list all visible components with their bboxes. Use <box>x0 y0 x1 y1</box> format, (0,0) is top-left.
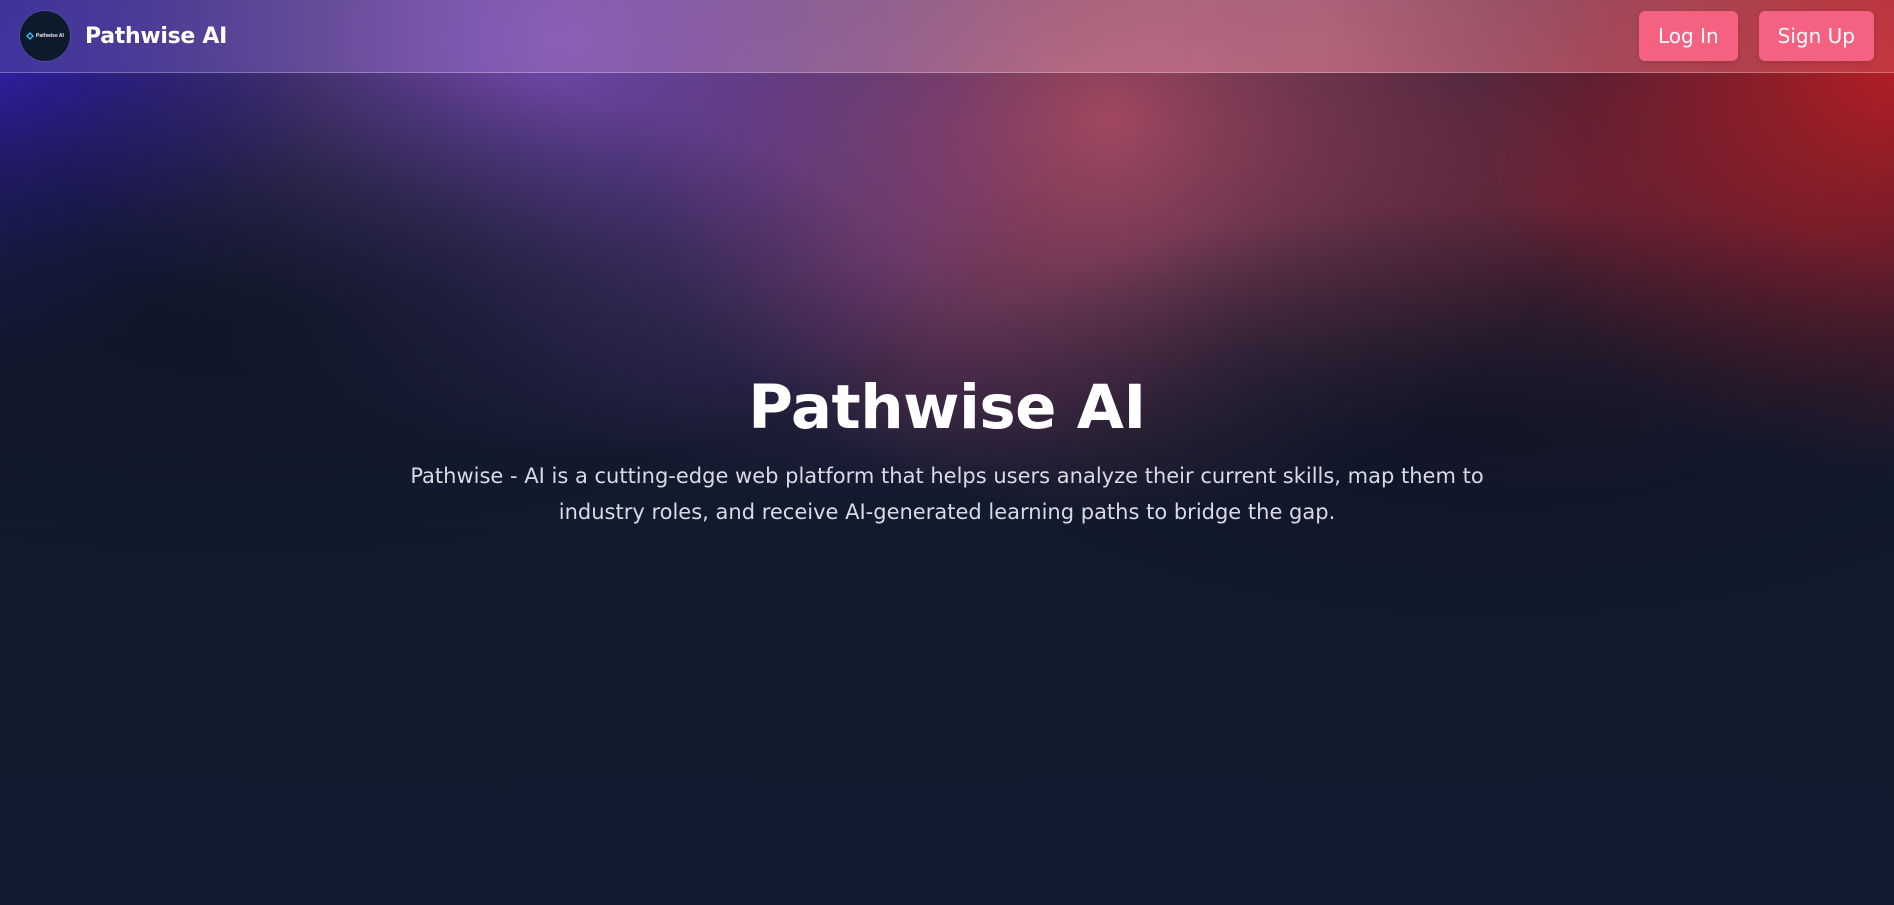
hero-description: Pathwise - AI is a cutting-edge web plat… <box>410 464 1484 524</box>
landing-page: Pathwise AI Pathwise AI Log In Sign Up P… <box>0 0 1894 905</box>
hero-title: Pathwise AI <box>748 372 1146 443</box>
hero-section: Pathwise AI Pathwise - AI is a cutting-e… <box>0 0 1894 905</box>
